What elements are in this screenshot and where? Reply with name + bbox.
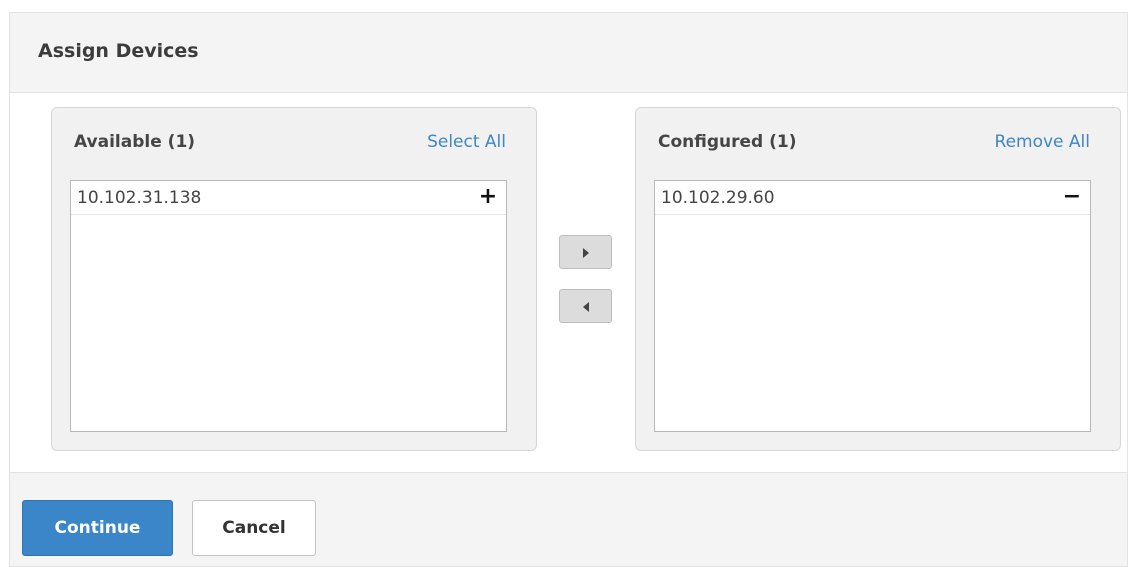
assign-devices-dialog: Assign Devices Available (1) Select All … — [9, 12, 1128, 567]
dialog-footer: Continue Cancel — [10, 472, 1127, 566]
configured-panel: Configured (1) Remove All 10.102.29.60 − — [635, 107, 1121, 451]
dialog-title: Assign Devices — [38, 40, 199, 62]
list-item[interactable]: 10.102.29.60 − — [655, 181, 1090, 215]
continue-button[interactable]: Continue — [22, 500, 173, 556]
available-list[interactable]: 10.102.31.138 + — [70, 180, 507, 432]
list-item-label: 10.102.29.60 — [661, 188, 775, 208]
minus-icon[interactable]: − — [1062, 184, 1082, 210]
cancel-button[interactable]: Cancel — [192, 500, 316, 556]
available-panel-title: Available (1) — [74, 132, 196, 152]
plus-icon[interactable]: + — [478, 184, 498, 210]
configured-panel-title: Configured (1) — [658, 132, 797, 152]
caret-left-icon — [583, 302, 589, 312]
move-right-button[interactable] — [559, 235, 612, 269]
available-panel: Available (1) Select All 10.102.31.138 + — [51, 107, 537, 451]
list-item-label: 10.102.31.138 — [77, 188, 202, 208]
select-all-link[interactable]: Select All — [427, 132, 506, 152]
move-left-button[interactable] — [559, 289, 612, 323]
caret-right-icon — [583, 248, 589, 258]
list-item[interactable]: 10.102.31.138 + — [71, 181, 506, 215]
configured-list[interactable]: 10.102.29.60 − — [654, 180, 1091, 432]
dialog-header: Assign Devices — [10, 13, 1127, 93]
remove-all-link[interactable]: Remove All — [995, 132, 1090, 152]
